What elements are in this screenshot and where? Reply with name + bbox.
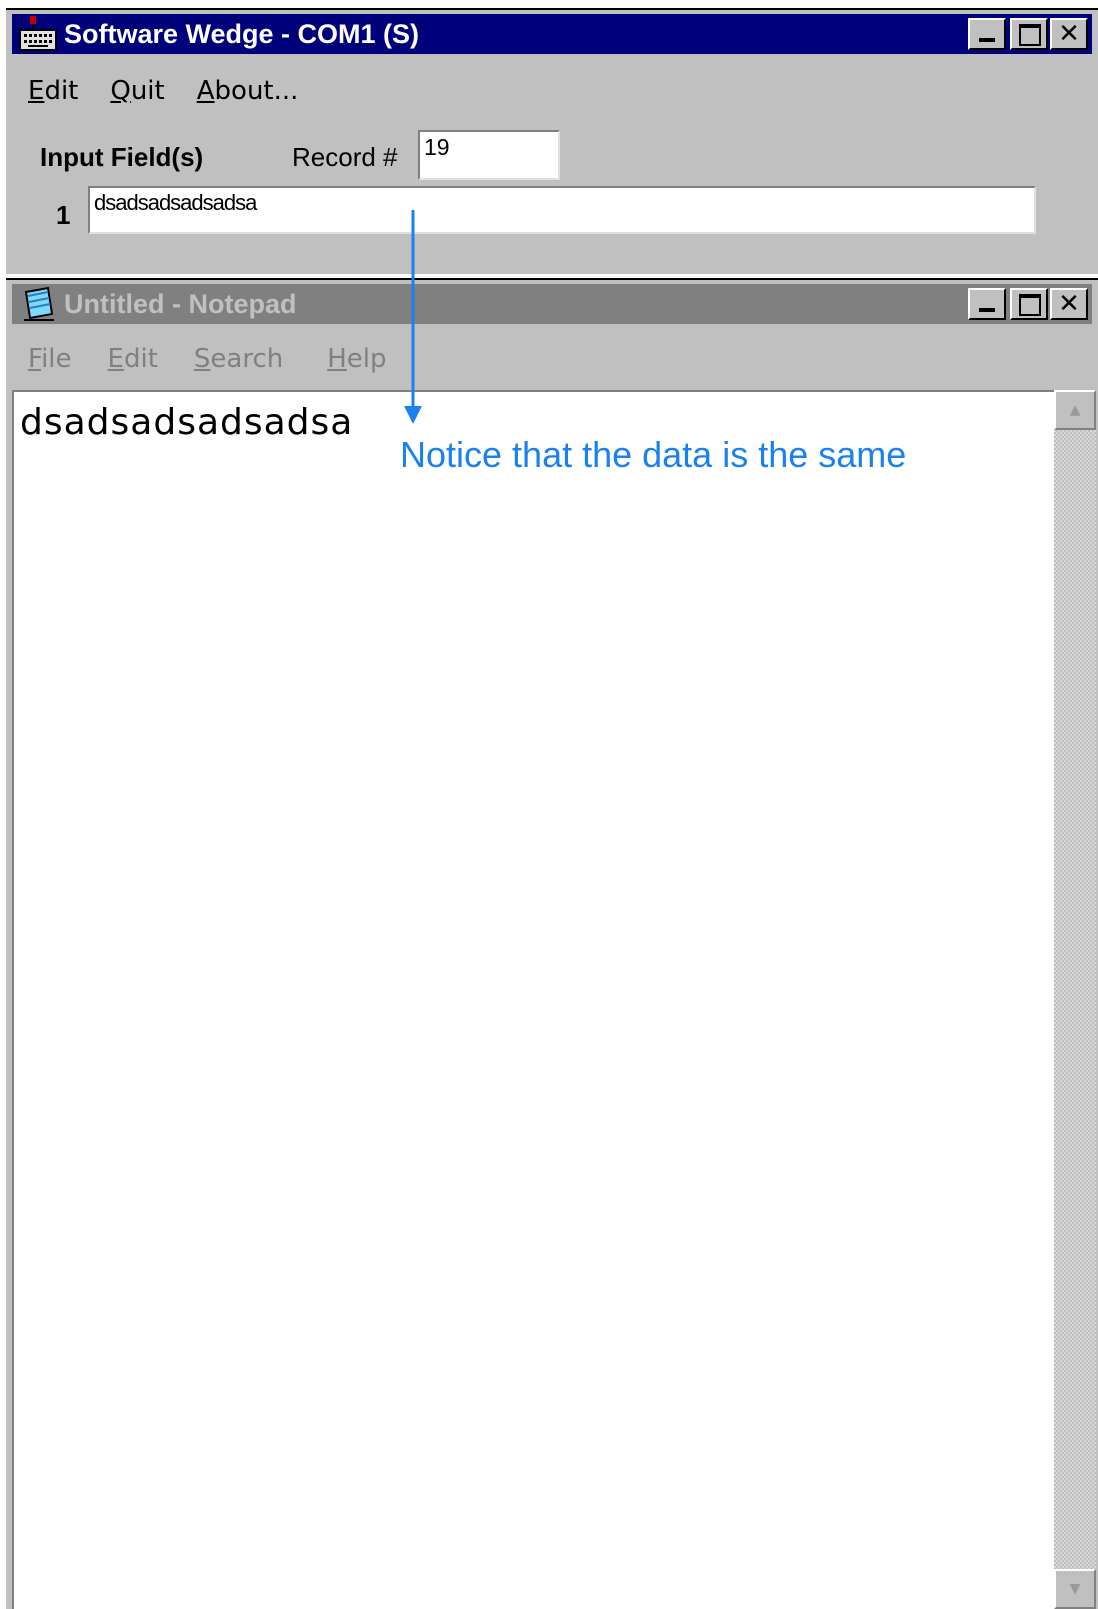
scroll-down-button[interactable]: ▼	[1054, 1569, 1096, 1609]
keyboard-icon	[19, 16, 57, 51]
menu-search[interactable]: Search	[194, 344, 283, 374]
notepad-menu-bar: File Edit Search Help	[28, 344, 387, 374]
close-button[interactable]: ✕	[1050, 18, 1088, 50]
scroll-up-button[interactable]: ▲	[1054, 390, 1096, 430]
notepad-window: Untitled - Notepad ✕ File Edit Search He…	[6, 278, 1098, 1609]
notepad-window-title: Untitled - Notepad	[64, 288, 297, 319]
record-number-field[interactable]: 19	[418, 130, 560, 180]
wedge-window-controls: ✕	[968, 18, 1088, 50]
menu-edit[interactable]: Edit	[28, 76, 78, 106]
maximize-button[interactable]	[1010, 288, 1048, 320]
notepad-title-bar[interactable]: Untitled - Notepad ✕	[12, 284, 1092, 324]
wedge-menu-bar: Edit Quit About...	[28, 76, 298, 106]
menu-file[interactable]: File	[28, 344, 72, 374]
notepad-window-controls: ✕	[968, 288, 1088, 320]
input-field-1[interactable]: dsadsadsadsadsa	[88, 186, 1036, 234]
minimize-button[interactable]	[968, 288, 1006, 320]
notepad-content: dsadsadsadsadsa	[20, 402, 354, 443]
minimize-button[interactable]	[968, 18, 1006, 50]
wedge-title-bar[interactable]: Software Wedge - COM1 (S) ✕	[12, 14, 1092, 54]
notepad-icon	[24, 286, 54, 321]
notepad-text-area[interactable]: dsadsadsadsadsa	[12, 390, 1054, 1609]
menu-help[interactable]: Help	[327, 344, 386, 374]
input-fields-label: Input Field(s)	[40, 142, 204, 172]
menu-quit[interactable]: Quit	[110, 76, 164, 106]
menu-about[interactable]: About...	[197, 76, 299, 106]
vertical-scrollbar[interactable]: ▲ ▼	[1054, 390, 1096, 1609]
record-label: Record #	[292, 142, 398, 172]
annotation-note: Notice that the data is the same	[400, 434, 907, 475]
software-wedge-window: Software Wedge - COM1 (S) ✕ Edit Quit Ab…	[6, 8, 1098, 274]
menu-edit[interactable]: Edit	[108, 344, 158, 374]
maximize-button[interactable]	[1010, 18, 1048, 50]
close-button[interactable]: ✕	[1050, 288, 1088, 320]
wedge-window-title: Software Wedge - COM1 (S)	[64, 18, 420, 49]
field-number-label: 1	[56, 200, 71, 230]
